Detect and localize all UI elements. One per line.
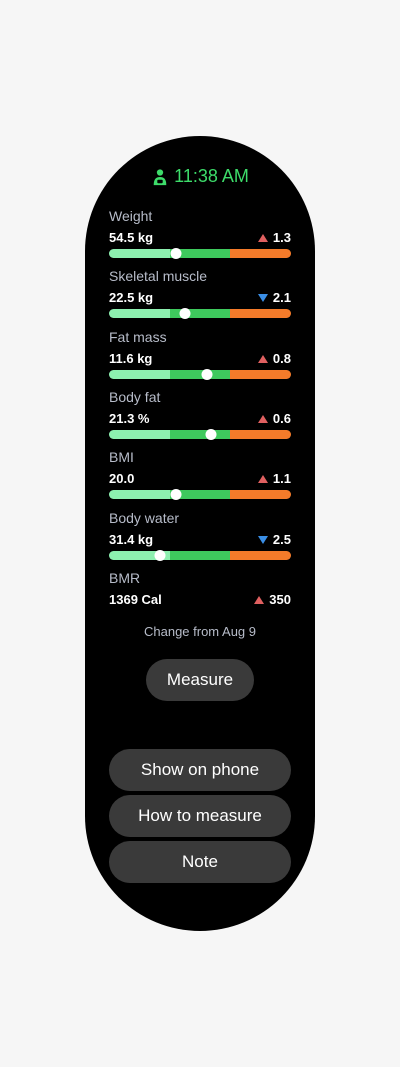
range-marker <box>179 308 191 319</box>
metric-value: 1369 Cal <box>109 592 162 607</box>
arrow-up-icon <box>257 354 268 363</box>
metric-label: BMI <box>109 449 134 465</box>
range-marker <box>170 248 182 259</box>
metric-label: Skeletal muscle <box>109 268 208 284</box>
range-marker <box>170 489 182 500</box>
show-on-phone-button[interactable]: Show on phone <box>109 749 291 791</box>
person-scale-icon <box>153 168 167 185</box>
metric-bmr[interactable]: BMR 1369 Cal 350 <box>109 570 291 607</box>
arrow-down-icon <box>257 535 268 544</box>
range-bar <box>109 489 291 500</box>
metric-value: 11.6 kg <box>109 351 153 366</box>
metric-skeletal-muscle[interactable]: Skeletal muscle 22.5 kg 2.1 <box>109 268 291 319</box>
measure-button[interactable]: Measure <box>146 659 254 701</box>
range-marker <box>154 550 166 561</box>
metric-weight[interactable]: Weight 54.5 kg 1.3 <box>109 208 291 259</box>
how-to-measure-button[interactable]: How to measure <box>109 795 291 837</box>
arrow-up-icon <box>257 414 268 423</box>
range-bar <box>109 429 291 440</box>
metric-change: 1.3 <box>257 230 291 245</box>
metric-value: 31.4 kg <box>109 532 154 547</box>
range-bar <box>109 369 291 380</box>
metric-change: 0.6 <box>257 411 291 426</box>
status-header: 11:38 AM <box>85 166 315 187</box>
metric-label: Weight <box>109 208 153 224</box>
range-marker <box>205 429 217 440</box>
metric-change: 0.8 <box>257 351 291 366</box>
metric-body-water[interactable]: Body water 31.4 kg 2.5 <box>109 510 291 561</box>
metric-label: BMR <box>109 570 141 586</box>
metric-value: 21.3 % <box>109 411 150 426</box>
metric-fat-mass[interactable]: Fat mass 11.6 kg 0.8 <box>109 329 291 380</box>
watch-screen: 11:38 AM Weight 54.5 kg 1.3 Skeletal mus… <box>85 136 315 931</box>
arrow-up-icon <box>257 233 268 242</box>
metric-body-fat[interactable]: Body fat 21.3 % 0.6 <box>109 389 291 440</box>
arrow-up-icon <box>257 474 268 483</box>
metric-value: 22.5 kg <box>109 290 154 305</box>
metric-label: Fat mass <box>109 329 167 345</box>
metric-change: 1.1 <box>257 471 291 486</box>
range-bar <box>109 308 291 319</box>
range-marker <box>201 369 213 380</box>
metric-change: 2.5 <box>257 532 291 547</box>
metric-bmi[interactable]: BMI 20.0 1.1 <box>109 449 291 500</box>
metric-label: Body water <box>109 510 180 526</box>
note-button[interactable]: Note <box>109 841 291 883</box>
metric-change: 350 <box>254 592 291 607</box>
time-text: 11:38 AM <box>174 166 249 186</box>
metric-value: 20.0 <box>109 471 135 486</box>
metric-label: Body fat <box>109 389 161 405</box>
arrow-up-icon <box>254 595 265 604</box>
range-bar <box>109 550 291 561</box>
metric-change: 2.1 <box>257 290 291 305</box>
range-bar <box>109 248 291 259</box>
arrow-down-icon <box>257 293 268 302</box>
metric-value: 54.5 kg <box>109 230 154 245</box>
change-caption: Change from Aug 9 <box>143 624 257 639</box>
